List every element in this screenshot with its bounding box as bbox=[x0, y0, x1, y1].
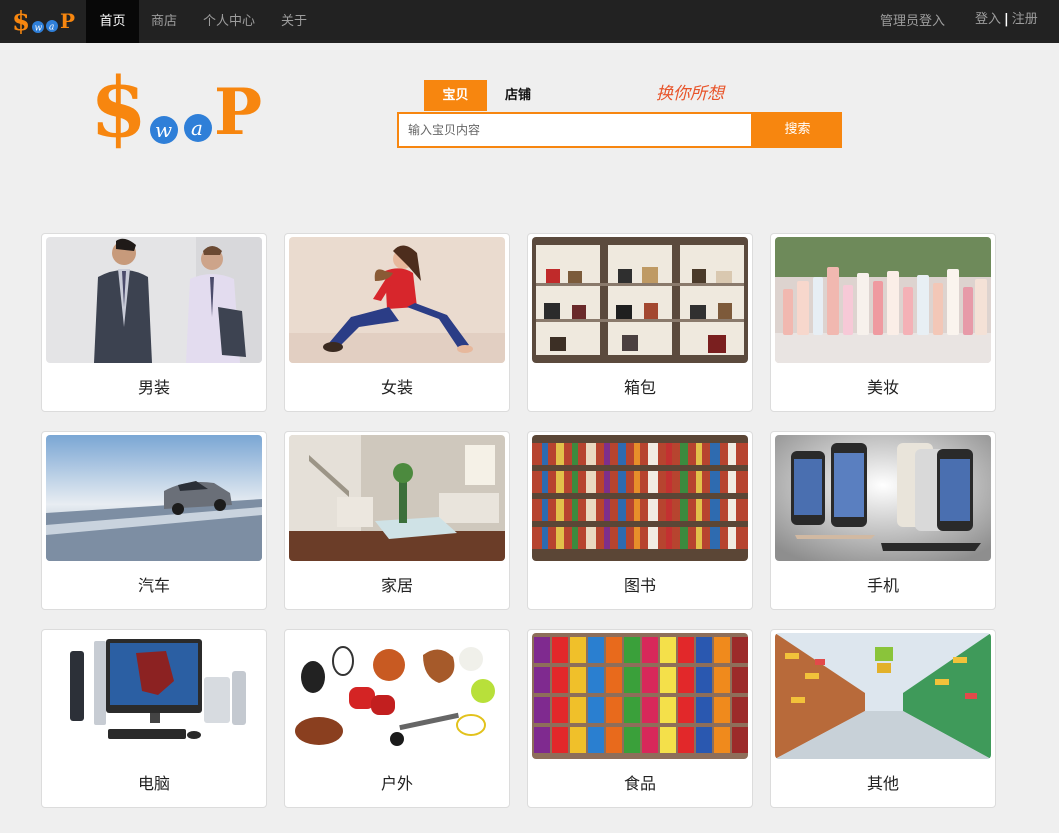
category-card-food[interactable]: 食品 bbox=[527, 629, 753, 808]
svg-text:$: $ bbox=[90, 60, 147, 150]
category-label: 汽车 bbox=[137, 576, 170, 595]
phone-image bbox=[775, 435, 991, 561]
category-card-books[interactable]: 图书 bbox=[527, 431, 753, 610]
swap-logo: $ w a P bbox=[90, 60, 262, 150]
outdoor-image bbox=[289, 633, 505, 759]
svg-text:w: w bbox=[35, 24, 43, 34]
search-tab-shops[interactable]: 店铺 bbox=[496, 80, 540, 111]
nav-shop[interactable]: 商店 bbox=[151, 0, 177, 43]
womenswear-image bbox=[289, 237, 505, 363]
category-label: 户外 bbox=[380, 774, 413, 793]
search-box: 搜索 bbox=[397, 112, 842, 148]
search-input[interactable] bbox=[399, 114, 751, 146]
category-card-phone[interactable]: 手机 bbox=[770, 431, 996, 610]
svg-text:$: $ bbox=[12, 7, 30, 37]
nav-home[interactable]: 首页 bbox=[86, 0, 139, 43]
register-link[interactable]: 注册 bbox=[1012, 12, 1038, 27]
category-label: 图书 bbox=[623, 576, 656, 595]
category-label: 手机 bbox=[866, 576, 899, 595]
slogan-label: 换你所想 bbox=[656, 84, 726, 104]
svg-text:a: a bbox=[49, 23, 54, 33]
food-image bbox=[532, 633, 748, 759]
cosmetics-image bbox=[775, 237, 991, 363]
bags-image bbox=[532, 237, 748, 363]
category-label: 家居 bbox=[380, 576, 413, 595]
search-button[interactable]: 搜索 bbox=[753, 112, 842, 148]
other-image bbox=[775, 633, 991, 759]
category-card-menswear[interactable]: 男装 bbox=[41, 233, 267, 412]
category-label: 电脑 bbox=[137, 774, 170, 793]
category-label: 箱包 bbox=[623, 378, 656, 397]
slogan-text: 换你所想 bbox=[656, 84, 726, 104]
category-card-other[interactable]: 其他 bbox=[770, 629, 996, 808]
category-card-cosmetics[interactable]: 美妆 bbox=[770, 233, 996, 412]
category-card-outdoor[interactable]: 户外 bbox=[284, 629, 510, 808]
svg-text:w: w bbox=[155, 118, 172, 142]
category-card-home[interactable]: 家居 bbox=[284, 431, 510, 610]
brand-logo[interactable]: $ w a P bbox=[10, 4, 76, 38]
login-link[interactable]: 登入 bbox=[975, 12, 1001, 27]
car-image bbox=[46, 435, 262, 561]
search-tab-items[interactable]: 宝贝 bbox=[424, 80, 487, 111]
category-label: 女装 bbox=[380, 378, 413, 397]
svg-text:P: P bbox=[214, 75, 262, 150]
home-image bbox=[289, 435, 505, 561]
auth-links: 登入 | 注册 bbox=[975, 0, 1038, 43]
category-label: 美妆 bbox=[866, 378, 899, 397]
category-card-womenswear[interactable]: 女装 bbox=[284, 233, 510, 412]
category-label: 食品 bbox=[623, 774, 656, 793]
admin-login-link[interactable]: 管理员登入 bbox=[880, 0, 945, 43]
computer-image bbox=[46, 633, 262, 759]
category-label: 男装 bbox=[137, 378, 170, 397]
menswear-image bbox=[46, 237, 262, 363]
category-card-bags[interactable]: 箱包 bbox=[527, 233, 753, 412]
category-label: 其他 bbox=[866, 774, 899, 793]
category-card-car[interactable]: 汽车 bbox=[41, 431, 267, 610]
auth-separator: | bbox=[1004, 12, 1009, 27]
nav-personal-center[interactable]: 个人中心 bbox=[203, 0, 255, 43]
top-navbar: $ w a P 首页 商店 个人中心 关于 管理员登入 登入 | 注册 bbox=[0, 0, 1059, 43]
svg-text:P: P bbox=[60, 9, 75, 33]
books-image bbox=[532, 435, 748, 561]
svg-text:a: a bbox=[191, 116, 203, 140]
nav-about[interactable]: 关于 bbox=[281, 0, 307, 43]
category-card-computer[interactable]: 电脑 bbox=[41, 629, 267, 808]
